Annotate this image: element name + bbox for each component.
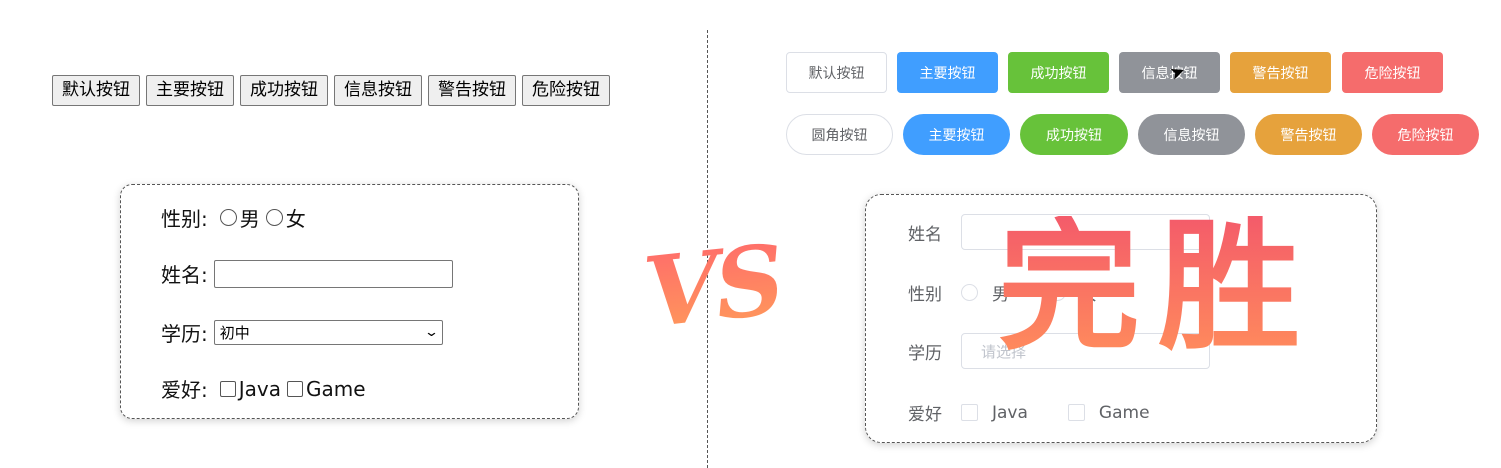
native-danger-button[interactable]: 危险按钮 [522,75,610,106]
native-name-row: 姓名: [161,259,453,288]
native-hobby-row: 爱好: Java Game [161,374,366,403]
native-radio-male[interactable] [219,209,237,226]
el-radio-female[interactable] [1049,284,1066,301]
native-form: 性别: 男 女 姓名: 学历: 初中 ⌄ 爱好: Java Game [120,184,579,419]
native-radio-male-label: 男 [239,207,260,231]
el-education-row: 学历 请选择 [908,333,1210,369]
chevron-down-icon: ⌄ [423,325,439,340]
el-round-warning-button[interactable]: 警告按钮 [1255,114,1362,155]
native-name-input[interactable] [213,259,453,288]
native-education-row: 学历: 初中 ⌄ [161,318,443,347]
el-primary-button[interactable]: 主要按钮 [897,52,998,93]
native-education-value: 初中 [219,324,250,342]
el-danger-button[interactable]: 危险按钮 [1342,52,1443,93]
el-checkbox-java-label: Java [992,402,1028,423]
el-gender-row: 性别 男 女 [908,280,1097,305]
el-form: 姓名 性别 男 女 学历 请选择 爱好 Java Game [865,194,1377,443]
el-hobby-label: 爱好 [908,405,942,425]
el-hobby-row: 爱好 Java Game [908,400,1150,426]
el-name-input[interactable] [961,214,1210,250]
el-name-label: 姓名 [908,224,942,245]
el-gender-label: 性别 [908,285,942,305]
el-radio-male-label: 男 [992,285,1009,305]
el-checkbox-game-label: Game [1098,402,1150,423]
native-warning-button[interactable]: 警告按钮 [428,75,516,106]
el-default-button[interactable]: 默认按钮 [786,52,887,93]
native-gender-label: 性别: [161,207,208,231]
el-checkbox-game[interactable] [1067,404,1085,421]
el-checkbox-java[interactable] [961,404,978,421]
native-radio-female[interactable] [265,209,283,226]
native-default-button[interactable]: 默认按钮 [52,75,140,106]
el-radio-male[interactable] [961,284,978,301]
native-checkbox-game[interactable] [287,380,303,397]
native-button-row: 默认按钮 主要按钮 成功按钮 信息按钮 警告按钮 危险按钮 [52,75,610,106]
el-name-row: 姓名 [908,214,1210,250]
native-checkbox-java[interactable] [219,380,236,397]
el-warning-button[interactable]: 警告按钮 [1230,52,1331,93]
native-success-button[interactable]: 成功按钮 [240,75,328,106]
el-round-info-button[interactable]: 信息按钮 [1138,114,1245,155]
el-round-danger-button[interactable]: 危险按钮 [1372,114,1479,155]
native-name-label: 姓名: [161,263,208,287]
native-info-button[interactable]: 信息按钮 [334,75,422,106]
native-education-label: 学历: [161,322,208,346]
native-primary-button[interactable]: 主要按钮 [146,75,234,106]
el-round-default-button[interactable]: 圆角按钮 [786,114,893,155]
el-round-success-button[interactable]: 成功按钮 [1020,114,1128,155]
el-education-select[interactable]: 请选择 [961,333,1210,369]
native-hobby-label: 爱好: [161,378,208,402]
native-education-select[interactable]: 初中 ⌄ [213,320,443,345]
native-gender-row: 性别: 男 女 [161,203,306,232]
native-checkbox-game-label: Game [306,376,366,401]
vs-text: VS [639,222,786,350]
el-radio-female-label: 女 [1080,285,1097,305]
el-round-primary-button[interactable]: 主要按钮 [903,114,1010,155]
native-radio-female-label: 女 [285,207,306,231]
el-education-label: 学历 [908,343,942,364]
native-checkbox-java-label: Java [238,376,281,401]
el-success-button[interactable]: 成功按钮 [1008,52,1109,93]
